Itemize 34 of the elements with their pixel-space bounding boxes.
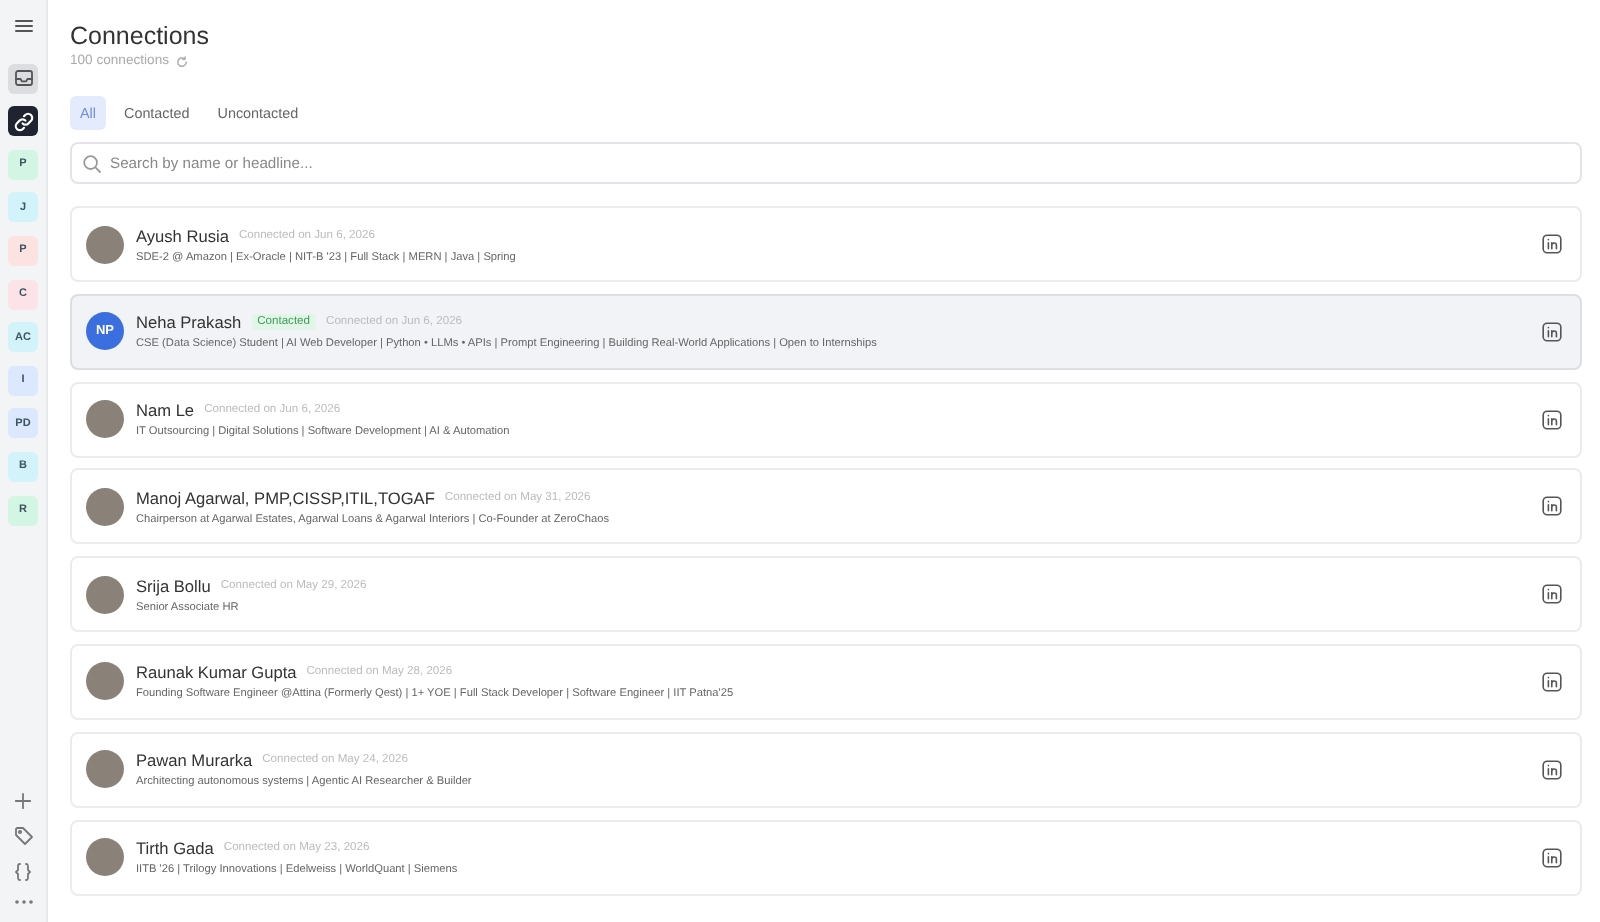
profile-link-icon[interactable] [1542,409,1562,430]
photo-placeholder [86,487,124,526]
photo-placeholder [86,400,124,439]
photo-placeholder [86,750,124,789]
more-icon[interactable] [13,898,33,906]
profile-link-icon[interactable] [1542,759,1562,780]
profile-link-icon[interactable] [1542,584,1562,605]
profile-link-icon[interactable] [1542,847,1562,868]
person-name: Srija Bollu [136,575,211,596]
tag-icon[interactable] [13,826,33,846]
add-icon[interactable] [14,792,32,810]
photo-placeholder [86,225,124,263]
profile-link-icon[interactable] [1542,234,1562,254]
person-name: Pawan Murarka [136,750,253,771]
profile-link-icon[interactable] [1542,496,1562,517]
search-icon [82,153,102,173]
inbox-icon [13,68,33,89]
photo-placeholder [86,662,124,701]
link-button[interactable] [8,106,38,137]
person-name: Manoj Agarwal, PMP,CISSP,ITIL,TOGAF [136,487,435,508]
braces-icon[interactable] [14,862,32,882]
person-name: Neha Prakash [136,312,242,333]
menu-icon[interactable] [13,16,33,36]
page-title: Connections [70,22,211,52]
photo-placeholder [86,575,124,614]
inbox-button[interactable] [8,63,38,94]
profile-link-icon[interactable] [1542,671,1562,692]
person-name: Ayush Rusia [136,225,229,245]
person-name: Nam Le [136,400,195,421]
person-name: Tirth Gada [136,838,214,859]
person-name: Raunak Kumar Gupta [136,662,297,683]
link-icon [13,111,33,132]
profile-link-icon[interactable] [1542,321,1562,342]
photo-placeholder [86,838,124,877]
